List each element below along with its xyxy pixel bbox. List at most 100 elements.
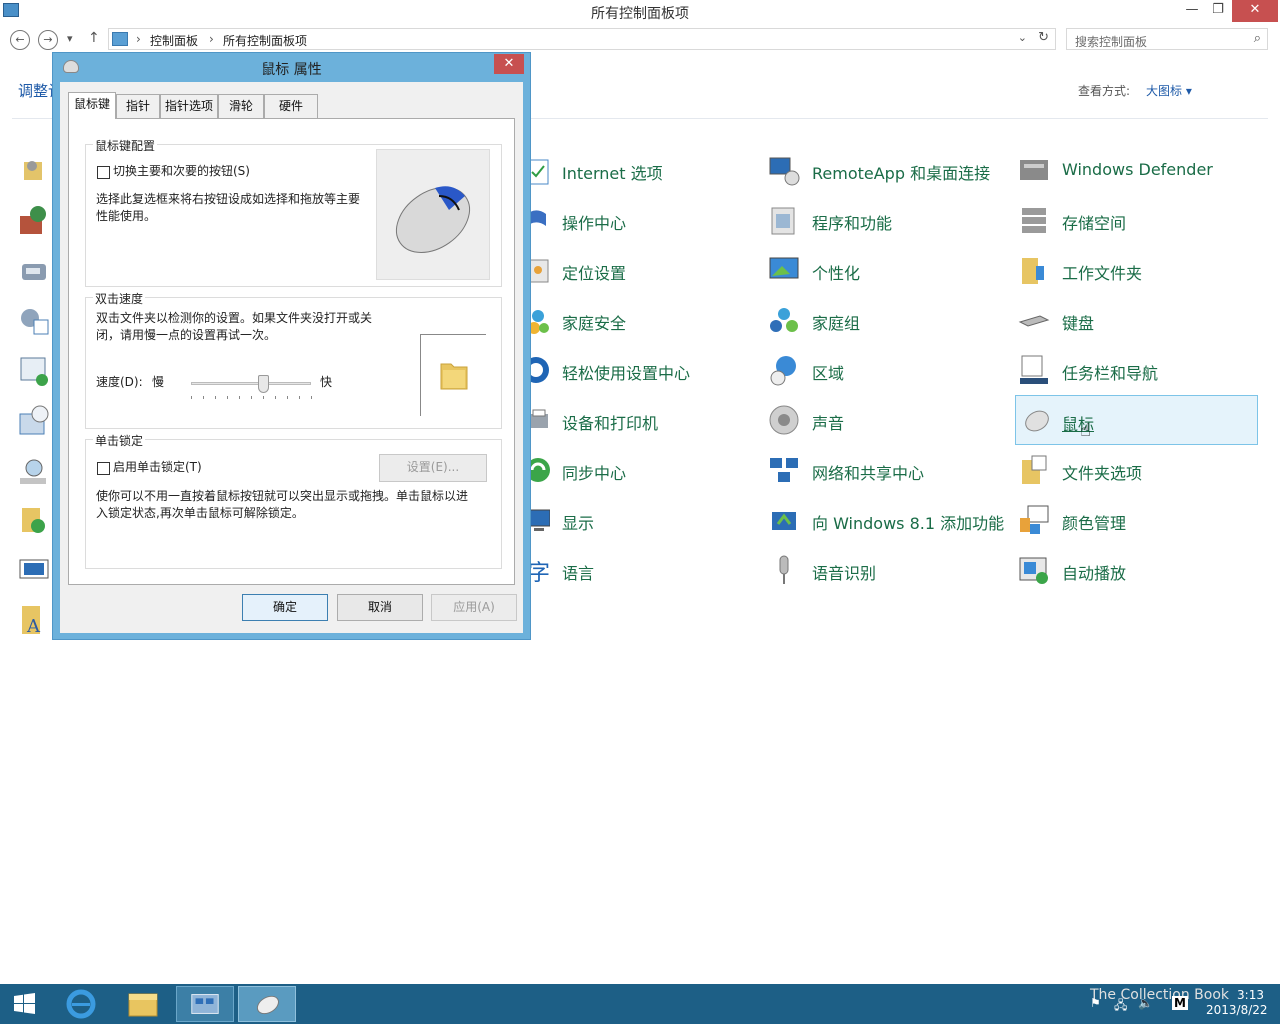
refresh-icon[interactable]: ↻ <box>1038 30 1049 45</box>
speed-slider-thumb[interactable] <box>258 375 269 393</box>
windows-defender-icon <box>1020 160 1048 180</box>
slider-tick <box>191 396 192 399</box>
tab-hardware[interactable]: 硬件 <box>264 94 318 118</box>
close-button[interactable]: ✕ <box>1232 0 1278 22</box>
clock-time: 3:13 <box>1237 988 1264 1002</box>
tab-wheel[interactable]: 滑轮 <box>218 94 264 118</box>
item-keyboard[interactable]: 键盘 <box>1018 304 1258 336</box>
action-center-flag-icon[interactable]: ⚑ <box>1090 996 1101 1010</box>
switch-buttons-label[interactable]: 切换主要和次要的按钮(S) <box>113 163 250 180</box>
dialog-body: 鼠标键 指针 指针选项 滑轮 硬件 鼠标键配置 切换主要和次要的按钮(S) 选择… <box>60 82 523 633</box>
volume-icon[interactable]: 🔈 <box>1138 996 1153 1010</box>
item-remoteapp[interactable]: RemoteApp 和桌面连接 <box>768 154 1008 186</box>
item-folder-options[interactable]: 文件夹选项 <box>1018 454 1258 486</box>
breadcrumb-all-items[interactable]: 所有控制面板项 <box>223 32 307 49</box>
item-personalization[interactable]: 个性化 <box>768 254 1008 286</box>
breadcrumb-separator: › <box>136 32 141 46</box>
internet-explorer-icon[interactable] <box>52 986 110 1022</box>
up-button[interactable]: ↑ <box>88 30 100 46</box>
phone-modem-icon[interactable] <box>18 254 50 286</box>
start-button-icon[interactable] <box>4 986 44 1022</box>
group-title: 双击速度 <box>93 290 146 307</box>
ok-button[interactable]: 确定 <box>242 594 328 621</box>
network-sharing-icon <box>770 458 798 482</box>
color-management-icon <box>1020 505 1049 534</box>
credential-manager-icon[interactable] <box>18 154 50 186</box>
folder-options-icon <box>1022 455 1047 484</box>
item-family-safety[interactable]: 家庭安全 <box>518 304 758 336</box>
indexing-options-icon[interactable] <box>18 454 50 486</box>
item-work-folders[interactable]: 工作文件夹 <box>1018 254 1258 286</box>
tab-pointer-options[interactable]: 指针选项 <box>160 94 218 118</box>
click-lock-checkbox[interactable] <box>97 462 110 475</box>
tab-buttons[interactable]: 鼠标键 <box>68 92 116 119</box>
mouse-properties-taskbar-icon[interactable] <box>238 986 296 1022</box>
tab-panel: 鼠标键配置 切换主要和次要的按钮(S) 选择此复选框来将右按钮设成如选择和拖放等… <box>68 118 515 585</box>
click-lock-settings-button[interactable]: 设置(E)... <box>379 454 487 482</box>
item-location-settings[interactable]: 定位设置 <box>518 254 758 286</box>
autoplay-icon <box>1019 557 1048 584</box>
forward-button[interactable]: → <box>38 30 58 50</box>
slider-tick <box>311 396 312 399</box>
double-click-description: 双击文件夹以检测你的设置。如果文件夹没打开或关闭，请用慢一点的设置再试一次。 <box>96 311 373 342</box>
speed-slider-track[interactable] <box>191 382 311 385</box>
firewall-icon[interactable] <box>18 204 50 236</box>
cancel-button[interactable]: 取消 <box>337 594 423 621</box>
item-language[interactable]: 字 语言 <box>518 554 758 586</box>
item-devices-printers[interactable]: 设备和打印机 <box>518 404 758 436</box>
minimize-button[interactable]: — <box>1180 0 1204 22</box>
mouse-illustration-icon <box>396 186 470 253</box>
maximize-button[interactable]: ❐ <box>1206 0 1230 22</box>
item-windows-defender[interactable]: Windows Defender <box>1018 154 1258 186</box>
double-click-speed-group: 双击速度 双击文件夹以检测你的设置。如果文件夹没打开或关闭，请用慢一点的设置再试… <box>85 290 502 429</box>
item-storage-spaces[interactable]: 存储空间 <box>1018 204 1258 236</box>
dialog-close-button[interactable]: ✕ <box>494 54 524 74</box>
file-explorer-icon[interactable] <box>114 986 172 1022</box>
click-lock-label[interactable]: 启用单击锁定(T) <box>113 459 202 476</box>
item-programs-features[interactable]: 程序和功能 <box>768 204 1008 236</box>
view-by-dropdown[interactable]: 大图标 ▾ <box>1146 82 1192 99</box>
breadcrumb-control-panel[interactable]: 控制面板 <box>150 32 198 49</box>
control-panel-taskbar-icon[interactable] <box>176 986 234 1022</box>
default-programs-icon[interactable] <box>18 304 50 336</box>
item-region[interactable]: 区域 <box>768 354 1008 386</box>
item-internet-options[interactable]: Internet 选项 <box>518 154 758 186</box>
item-network-sharing[interactable]: 网络和共享中心 <box>768 454 1008 486</box>
input-method-indicator[interactable]: M <box>1172 996 1188 1010</box>
fonts-icon[interactable]: A <box>18 604 50 636</box>
item-sound[interactable]: 声音 <box>768 404 1008 436</box>
display-settings-icon[interactable] <box>18 554 50 586</box>
item-homegroup[interactable]: 家庭组 <box>768 304 1008 336</box>
item-speech-recognition[interactable]: 语音识别 <box>768 554 1008 586</box>
test-area[interactable] <box>420 334 486 416</box>
administrative-tools-icon[interactable] <box>18 354 50 386</box>
item-action-center[interactable]: 操作中心 <box>518 204 758 236</box>
item-display[interactable]: 显示 <box>518 504 758 536</box>
item-ease-of-access[interactable]: 轻松使用设置中心 <box>518 354 758 386</box>
item-color-management[interactable]: 颜色管理 <box>1018 504 1258 536</box>
storage-spaces-icon <box>1022 208 1046 233</box>
switch-buttons-checkbox[interactable] <box>97 166 110 179</box>
item-add-features[interactable]: 向 Windows 8.1 添加功能 <box>768 504 1008 536</box>
date-time-icon[interactable] <box>18 404 50 436</box>
address-dropdown-icon[interactable]: ⌄ <box>1018 31 1027 44</box>
search-box[interactable]: 搜索控制面板 ⌕ <box>1066 28 1268 50</box>
item-taskbar-navigation[interactable]: 任务栏和导航 <box>1018 354 1258 386</box>
apply-button[interactable]: 应用(A) <box>431 594 517 621</box>
hand-cursor-icon: ☝ <box>1080 420 1091 441</box>
search-icon[interactable]: ⌕ <box>1254 31 1261 46</box>
test-folder-icon[interactable] <box>439 360 469 392</box>
switch-buttons-description: 选择此复选框来将右按钮设成如选择和拖放等主要性能使用。 <box>96 192 361 223</box>
back-button[interactable]: ← <box>10 30 30 50</box>
file-history-icon[interactable] <box>18 504 50 536</box>
item-sync-center[interactable]: 同步中心 <box>518 454 758 486</box>
network-icon[interactable]: 🖧 <box>1114 996 1127 1017</box>
svg-text:A: A <box>26 616 41 636</box>
clock[interactable]: 3:13 2013/8/22 <box>1206 988 1268 1018</box>
item-autoplay[interactable]: 自动播放 <box>1018 554 1258 586</box>
item-mouse[interactable]: 鼠标 ☝ <box>1015 395 1258 445</box>
search-input[interactable]: 搜索控制面板 <box>1075 33 1147 50</box>
tab-pointers[interactable]: 指针 <box>116 94 160 118</box>
recent-locations-button[interactable]: ▾ <box>67 32 73 45</box>
address-bar[interactable]: › 控制面板 › 所有控制面板项 ⌄ ↻ <box>108 28 1056 50</box>
